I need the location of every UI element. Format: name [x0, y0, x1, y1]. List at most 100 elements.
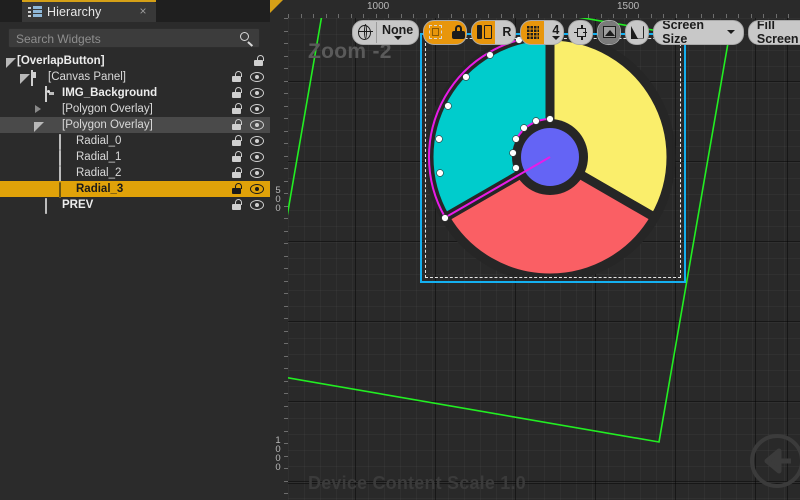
dashed-selection-icon[interactable]	[424, 20, 448, 44]
ruler-tick	[325, 14, 327, 18]
eye-icon[interactable]	[250, 88, 264, 98]
tree-item[interactable]: PREV	[0, 197, 270, 214]
arrow-left-circle-icon[interactable]	[748, 432, 800, 490]
overlay-widget-icon	[45, 103, 58, 115]
ruler-tick	[284, 143, 288, 144]
lock-icon[interactable]	[231, 71, 242, 83]
eye-icon[interactable]	[250, 184, 264, 194]
tab-hierarchy[interactable]: Hierarchy ×	[22, 2, 156, 22]
ruler-tick	[284, 180, 288, 182]
lock-icon[interactable]	[231, 183, 242, 195]
expander-down-icon[interactable]	[6, 57, 16, 68]
tree-item[interactable]: IMG_Background	[0, 85, 270, 102]
tree-item-label: [Polygon Overlay]	[62, 103, 153, 115]
ruler-tick	[284, 430, 288, 432]
eye-icon[interactable]	[250, 152, 264, 162]
ruler-tick	[284, 268, 288, 269]
tree-item[interactable]: Radial_0	[0, 133, 270, 150]
lock-icon[interactable]	[231, 167, 242, 179]
eye-icon[interactable]	[250, 72, 264, 82]
lock-icon[interactable]	[231, 87, 242, 99]
mirror-group	[624, 19, 650, 45]
design-canvas[interactable]: Zoom -2 Device Content Scale 1.0 No Devi…	[288, 18, 800, 500]
ruler-tick	[284, 118, 288, 119]
eye-icon[interactable]	[250, 136, 264, 146]
globe-icon[interactable]	[353, 21, 376, 44]
eye-icon[interactable]	[250, 168, 264, 178]
ruler-tick	[284, 130, 288, 132]
outline-lock-group	[423, 19, 468, 45]
hierarchy-list-icon	[28, 6, 42, 18]
ruler-tick	[284, 243, 288, 244]
close-icon[interactable]: ×	[137, 5, 149, 17]
lock-icon[interactable]	[231, 119, 242, 131]
designer-viewport-panel: Zoom -2 Device Content Scale 1.0 No Devi…	[270, 0, 800, 500]
ruler-tick	[284, 468, 288, 469]
screen-size-dropdown[interactable]: Screen Size	[654, 21, 743, 44]
expander-right-icon[interactable]	[34, 104, 43, 114]
image-widget-icon	[45, 86, 58, 102]
ruler-tick	[284, 318, 288, 319]
lock-icon[interactable]	[231, 103, 242, 115]
widget-icon	[45, 198, 58, 214]
grid-size-stepper[interactable]: 4	[544, 21, 563, 44]
widget-icon	[59, 134, 72, 150]
lock-icon[interactable]	[253, 55, 264, 67]
fill-screen-button[interactable]: Fill Screen	[749, 21, 800, 44]
eye-icon[interactable]	[250, 104, 264, 114]
lock-icon[interactable]	[231, 199, 242, 211]
expander-down-icon[interactable]	[20, 73, 30, 84]
tree-item[interactable]: [Canvas Panel]	[0, 69, 270, 86]
tree-item[interactable]: [Polygon Overlay]	[0, 101, 270, 117]
tree-item[interactable]: Radial_2	[0, 165, 270, 182]
grid-snap-icon[interactable]	[521, 20, 545, 44]
size-to-content-icon[interactable]	[569, 21, 591, 44]
lock-icon[interactable]	[231, 135, 242, 147]
tree-item[interactable]: [OverlapButton]	[0, 53, 270, 69]
ruler-tick	[338, 14, 339, 18]
tree-item[interactable]: Radial_1	[0, 149, 270, 166]
tree-item[interactable]: Radial_3	[0, 181, 270, 198]
lock-icon[interactable]	[231, 151, 242, 163]
tree-item-actions	[231, 135, 264, 147]
tree-item-actions	[231, 199, 264, 211]
padlock-icon[interactable]	[447, 20, 467, 44]
ruler-horizontal[interactable]: 1000 1500	[270, 0, 800, 18]
chevron-down-icon	[726, 30, 735, 34]
tree-item[interactable]: [Polygon Overlay]	[0, 117, 270, 133]
ruler-tick	[284, 293, 288, 294]
ruler-tick	[284, 393, 288, 394]
ruler-vertical[interactable]: 5 0 0 1 0 0 0	[270, 18, 288, 500]
widget-icon	[59, 150, 72, 166]
search-icon[interactable]	[239, 31, 255, 47]
search-input[interactable]: Search Widgets	[8, 28, 260, 48]
ruler-tick	[284, 380, 288, 382]
fill-screen-group: Fill Screen	[747, 19, 800, 45]
ruler-label-vertical: 5 0 0	[275, 185, 281, 214]
tree-item-label: PREV	[62, 199, 94, 211]
ruler-tick	[284, 155, 288, 157]
mirror-flip-icon[interactable]	[626, 21, 648, 44]
grid-size-value: 4	[552, 22, 560, 37]
anchor-layout-icon[interactable]	[472, 20, 496, 44]
rtl-toggle-button[interactable]: R	[495, 21, 515, 44]
ruler-tick	[284, 493, 288, 494]
tree-item-actions	[231, 103, 264, 115]
ruler-tick	[284, 280, 288, 282]
outline-toggle-group	[596, 19, 621, 45]
tab-hierarchy-label: Hierarchy	[47, 5, 102, 19]
chevron-down-icon	[393, 35, 402, 40]
localization-group: None	[352, 19, 420, 45]
tree-item-label: Radial_2	[76, 167, 122, 179]
screen-size-label: Screen Size	[662, 19, 704, 45]
anchor-rtl-group: R	[471, 19, 517, 45]
preview-language-dropdown[interactable]: None	[377, 21, 419, 44]
ruler-tick	[284, 43, 288, 44]
canvas-panel-icon	[31, 70, 44, 86]
expander-down-icon[interactable]	[34, 121, 44, 132]
ruler-tick	[284, 68, 288, 69]
overlay-widget-icon	[45, 119, 58, 131]
image-outline-icon[interactable]	[597, 20, 620, 44]
eye-icon[interactable]	[250, 200, 264, 210]
eye-icon[interactable]	[250, 120, 264, 130]
